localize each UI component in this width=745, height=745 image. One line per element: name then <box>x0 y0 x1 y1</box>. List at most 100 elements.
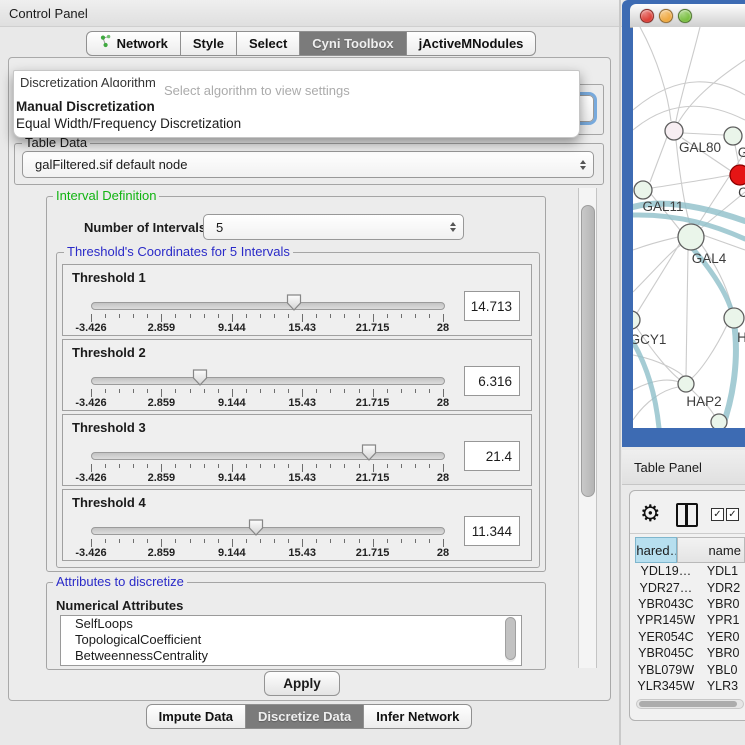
cell-name[interactable]: YIL0 <box>697 695 745 697</box>
cell-shared-name[interactable]: YIL052C <box>635 695 697 697</box>
network-edge[interactable] <box>683 133 724 135</box>
table-data-combobox[interactable]: galFiltered.sif default node <box>22 151 594 178</box>
table-row[interactable]: YBL079WYBL0 <box>635 661 745 677</box>
tab-impute-data[interactable]: Impute Data <box>146 704 246 729</box>
tab-style[interactable]: Style <box>181 31 237 56</box>
network-graph[interactable]: GAL80GCGAL11GAL4GCY1HHAP2 <box>633 27 745 428</box>
panel-scrollbar-thumb[interactable] <box>581 205 595 497</box>
network-node-gcy1[interactable] <box>633 311 640 329</box>
network-edge[interactable] <box>633 245 681 292</box>
slider-thumb[interactable] <box>361 444 377 466</box>
cell-name[interactable]: YBL0 <box>697 663 745 677</box>
cell-name[interactable]: YLR3 <box>697 679 745 693</box>
slider-thumb[interactable] <box>248 519 264 541</box>
cell-name[interactable]: YPR1 <box>697 613 745 627</box>
threshold-value-field[interactable]: 14.713 <box>464 291 520 321</box>
tab-network[interactable]: Network <box>86 31 181 56</box>
tab-select[interactable]: Select <box>237 31 300 56</box>
network-edge[interactable] <box>692 325 727 378</box>
major-tick <box>161 539 162 547</box>
tab-discretize-data[interactable]: Discretize Data <box>246 704 364 729</box>
network-node-gal11[interactable] <box>634 181 652 199</box>
cell-shared-name[interactable]: YBR043C <box>635 597 697 611</box>
tab-infer-network[interactable]: Infer Network <box>364 704 472 729</box>
attribute-item-betweennesscentrality[interactable]: BetweennessCentrality <box>61 648 521 664</box>
table-row[interactable]: YDL19…YDL1 <box>635 563 745 579</box>
network-edge[interactable] <box>678 60 745 123</box>
threshold-value-field[interactable]: 6.316 <box>464 366 520 396</box>
network-node-g[interactable] <box>724 127 742 145</box>
network-edge[interactable] <box>633 82 745 110</box>
network-edge[interactable] <box>633 106 745 130</box>
checkbox-icon[interactable]: ✓ <box>711 508 724 521</box>
network-edge[interactable] <box>633 237 678 250</box>
close-traffic-light[interactable] <box>640 9 654 23</box>
slider-track[interactable] <box>91 452 445 460</box>
slider-track[interactable] <box>91 302 445 310</box>
cell-shared-name[interactable]: YDL19… <box>635 564 697 578</box>
cell-name[interactable]: YBR0 <box>697 646 745 660</box>
tab-cyni-toolbox[interactable]: Cyni Toolbox <box>300 31 406 56</box>
checkbox-icon[interactable]: ✓ <box>726 508 739 521</box>
cell-name[interactable]: YDR2 <box>697 581 745 595</box>
table-row[interactable]: YBR045CYBR0 <box>635 645 745 661</box>
cell-shared-name[interactable]: YPR145W <box>635 613 697 627</box>
threshold-value-field[interactable]: 11.344 <box>464 516 520 546</box>
attribute-item-selfloops[interactable]: SelfLoops <box>61 616 521 632</box>
settings-gear-icon[interactable]: ⚙ <box>640 498 661 528</box>
network-node-hap2[interactable] <box>678 376 694 392</box>
slider-thumb[interactable] <box>192 369 208 391</box>
network-edge[interactable] <box>652 175 731 188</box>
numerical-attributes-list[interactable]: SelfLoopsTopologicalCoefficientBetweenne… <box>60 615 522 666</box>
table-row[interactable]: YLR345WYLR3 <box>635 678 745 694</box>
split-panel-icon[interactable] <box>676 503 698 527</box>
table-row[interactable]: YBR043CYBR0 <box>635 596 745 612</box>
minor-tick <box>190 389 191 393</box>
network-node-gal4[interactable] <box>678 224 704 250</box>
cell-name[interactable]: YER0 <box>697 630 745 644</box>
cell-name[interactable]: YDL1 <box>697 564 745 578</box>
network-edge[interactable] <box>640 27 671 121</box>
network-node-c[interactable] <box>730 165 745 185</box>
slider-track[interactable] <box>91 377 445 385</box>
cell-shared-name[interactable]: YLR345W <box>635 679 697 693</box>
minimize-traffic-light[interactable] <box>659 9 673 23</box>
attribute-item-topologicalcoefficient[interactable]: TopologicalCoefficient <box>61 632 521 648</box>
table-row[interactable]: YER054CYER0 <box>635 629 745 645</box>
network-node-h[interactable] <box>724 308 744 328</box>
network-node-gal80[interactable] <box>665 122 683 140</box>
list-scrollbar[interactable] <box>505 617 516 662</box>
minor-tick <box>344 314 345 318</box>
major-tick <box>373 314 374 322</box>
column-header-shared-name[interactable]: shared… <box>635 537 677 563</box>
slider-track[interactable] <box>91 527 445 535</box>
cell-shared-name[interactable]: YER054C <box>635 630 697 644</box>
cell-shared-name[interactable]: YBR045C <box>635 646 697 660</box>
network-edge[interactable] <box>650 137 667 182</box>
minor-tick <box>415 464 416 468</box>
dropdown-item-manual-discretization[interactable]: Manual Discretization <box>16 99 155 114</box>
list-scrollbar-thumb[interactable] <box>505 617 516 660</box>
dropdown-item-equal-width-frequency[interactable]: Equal Width/Frequency Discretization <box>16 116 241 131</box>
network-edge[interactable] <box>637 243 680 313</box>
table-hscrollbar[interactable] <box>636 699 744 709</box>
threshold-value-field[interactable]: 21.4 <box>464 441 520 471</box>
cell-shared-name[interactable]: YBL079W <box>635 663 697 677</box>
network-edge[interactable] <box>686 250 688 376</box>
zoom-traffic-light[interactable] <box>678 9 692 23</box>
minor-tick <box>288 464 289 468</box>
cell-name[interactable]: YBR0 <box>697 597 745 611</box>
slider-thumb[interactable] <box>286 294 302 316</box>
network-node-unlabeled[interactable] <box>711 414 727 428</box>
table-row[interactable]: YIL052CYIL0 <box>635 694 745 697</box>
table-hscrollbar-thumb[interactable] <box>639 701 737 707</box>
apply-button[interactable]: Apply <box>264 671 340 696</box>
column-header-name[interactable]: name <box>677 537 745 563</box>
table-row[interactable]: YDR27…YDR2 <box>635 579 745 595</box>
cell-shared-name[interactable]: YDR27… <box>635 581 697 595</box>
panel-scrollbar[interactable] <box>578 188 597 668</box>
number-of-intervals-combobox[interactable]: 5 <box>203 214 464 240</box>
table-row[interactable]: YPR145WYPR1 <box>635 612 745 628</box>
tab-jactivemnodules[interactable]: jActiveMNodules <box>407 31 537 56</box>
network-edge-thick[interactable] <box>722 323 736 428</box>
